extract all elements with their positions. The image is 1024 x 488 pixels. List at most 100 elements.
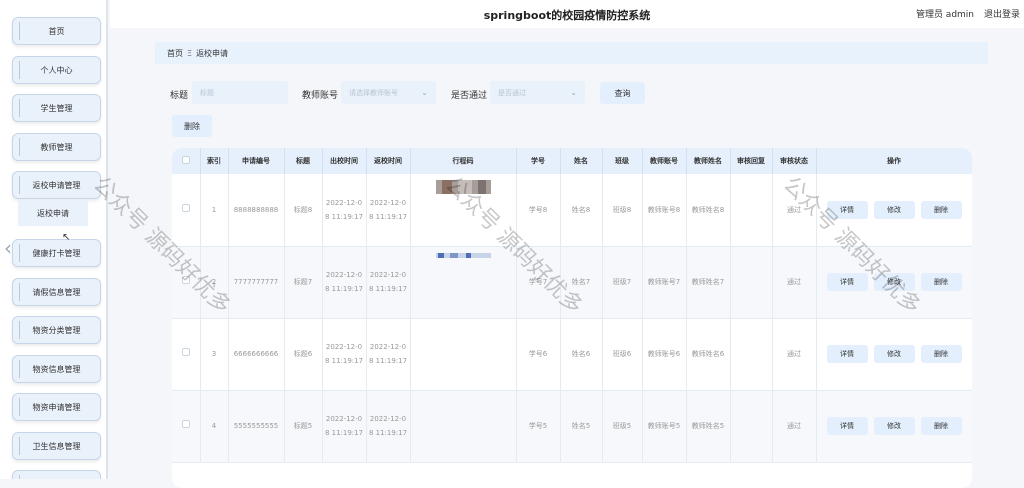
cell-index: 4	[200, 390, 229, 463]
breadcrumb-separator-icon: Ξ	[187, 48, 193, 58]
passed-filter-select[interactable]: 是否通过 ⌄	[490, 81, 585, 104]
table-row: 2 7777777777 标题7 2022-12-08 11:19:17 202…	[172, 246, 972, 319]
sidebar-item-teachers[interactable]: 教师管理	[12, 133, 101, 161]
row-checkbox[interactable]	[172, 318, 201, 391]
cell-teacher-no: 教师账号6	[642, 318, 687, 391]
sidebar-item-supply-info[interactable]: 物资信息管理	[12, 355, 101, 383]
logout-link[interactable]: 退出登录	[984, 7, 1020, 20]
cell-teacher-name: 教师姓名5	[686, 390, 731, 463]
cell-status: 通过	[772, 174, 817, 247]
sidebar-item-supply-category[interactable]: 物资分类管理	[12, 316, 101, 344]
cell-student-no: 学号8	[516, 174, 561, 247]
sidebar-item-students[interactable]: 学生管理	[12, 94, 101, 122]
cell-actions: 详情 修改 删除	[816, 390, 972, 463]
search-button[interactable]: 查询	[600, 82, 645, 104]
top-header: springboot的校园疫情防控系统 管理员 admin 退出登录	[110, 0, 1024, 28]
batch-delete-button[interactable]: 删除	[172, 115, 212, 137]
teacher-filter-select[interactable]: 请选择教师账号 ⌄	[341, 81, 436, 104]
cell-actions: 详情 修改 删除	[816, 174, 972, 247]
table-row: 4 5555555555 标题5 2022-12-08 11:19:17 202…	[172, 390, 972, 463]
cell-actions: 详情 修改 删除	[816, 246, 972, 319]
edit-button[interactable]: 修改	[873, 273, 915, 291]
sidebar-subitem-return-application[interactable]: 返校申请	[18, 200, 88, 226]
cell-name: 姓名6	[560, 318, 603, 391]
delete-button[interactable]: 删除	[920, 200, 962, 219]
collapse-chevron-icon[interactable]: ‹	[4, 236, 12, 260]
sidebar-item-health-checkin[interactable]: 健康打卡管理	[12, 239, 101, 267]
title-filter-placeholder: 标题	[200, 88, 214, 97]
cell-app-no: 7777777777	[228, 246, 285, 319]
cell-reply	[730, 390, 773, 463]
cell-teacher-name: 教师姓名8	[686, 174, 731, 247]
cell-back-time: 2022-12-08 11:19:17	[366, 174, 411, 247]
cell-name: 姓名7	[560, 246, 603, 319]
admin-label: 管理员 admin	[915, 10, 974, 20]
cell-back-time: 2022-12-08 11:19:17	[366, 246, 411, 319]
passed-filter-label: 是否通过	[451, 91, 488, 101]
edit-button[interactable]: 修改	[873, 345, 915, 363]
detail-button[interactable]: 详情	[826, 417, 868, 435]
cell-name: 姓名8	[560, 174, 603, 247]
cell-teacher-no: 教师账号7	[642, 246, 687, 319]
cell-name: 姓名5	[560, 390, 603, 463]
sidebar-item-return-applications[interactable]: 返校申请管理	[12, 171, 101, 199]
detail-button[interactable]: 详情	[826, 345, 868, 363]
row-checkbox[interactable]	[172, 174, 201, 247]
cell-out-time: 2022-12-08 11:19:17	[322, 246, 367, 319]
cell-title: 标题7	[284, 246, 323, 319]
cell-trip-code	[410, 246, 517, 319]
system-title: springboot的校园疫情防控系统	[483, 9, 651, 22]
breadcrumb: 首页 Ξ 返校申请	[155, 42, 988, 64]
trip-code-image	[435, 252, 491, 258]
cell-index: 2	[200, 246, 229, 319]
cell-class: 班级6	[602, 318, 643, 391]
col-header-app-no: 申请编号	[228, 148, 285, 174]
cell-teacher-no: 教师账号5	[642, 390, 687, 463]
cell-class: 班级7	[602, 246, 643, 319]
trip-code-image	[435, 180, 491, 194]
cell-reply	[730, 318, 773, 391]
cell-title: 标题6	[284, 318, 323, 391]
cell-title: 标题8	[284, 174, 323, 247]
col-header-reply: 审核回复	[730, 148, 773, 174]
row-checkbox[interactable]	[172, 390, 201, 463]
detail-button[interactable]: 详情	[826, 273, 868, 291]
table-header-row: 索引 申请编号 标题 出校时间 返校时间 行程码 学号 姓名 班级 教师账号 教…	[172, 148, 972, 174]
cell-student-no: 学号6	[516, 318, 561, 391]
cell-student-no: 学号7	[516, 246, 561, 319]
cell-out-time: 2022-12-08 11:19:17	[322, 174, 367, 247]
cell-actions: 详情 修改 删除	[816, 318, 972, 391]
cell-status: 通过	[772, 390, 817, 463]
delete-button[interactable]: 删除	[920, 273, 962, 291]
chevron-down-icon: ⌄	[421, 88, 428, 97]
sidebar-item-more[interactable]	[12, 470, 101, 479]
breadcrumb-home[interactable]: 首页	[167, 48, 183, 59]
sidebar-item-home[interactable]: 首页	[12, 17, 101, 45]
row-checkbox[interactable]	[172, 246, 201, 319]
sidebar: 首页 个人中心 学生管理 教师管理 返校申请管理 返校申请 健康打卡管理 请假信…	[0, 0, 108, 479]
select-all-checkbox[interactable]	[172, 148, 201, 174]
sidebar-item-leave-info[interactable]: 请假信息管理	[12, 278, 101, 306]
title-filter-input[interactable]: 标题	[192, 81, 288, 104]
return-application-table: 索引 申请编号 标题 出校时间 返校时间 行程码 学号 姓名 班级 教师账号 教…	[172, 148, 972, 488]
sidebar-item-hygiene-info[interactable]: 卫生信息管理	[12, 432, 101, 460]
delete-button[interactable]: 删除	[920, 417, 962, 435]
cell-class: 班级5	[602, 390, 643, 463]
col-header-out-time: 出校时间	[322, 148, 367, 174]
sidebar-item-supply-request[interactable]: 物资申请管理	[12, 393, 101, 421]
edit-button[interactable]: 修改	[873, 200, 915, 219]
cell-back-time: 2022-12-08 11:19:17	[366, 390, 411, 463]
cell-reply	[730, 174, 773, 247]
delete-button[interactable]: 删除	[920, 345, 962, 363]
cell-class: 班级8	[602, 174, 643, 247]
col-header-teacher-name: 教师姓名	[686, 148, 731, 174]
col-header-title: 标题	[284, 148, 323, 174]
edit-button[interactable]: 修改	[873, 417, 915, 435]
detail-button[interactable]: 详情	[826, 200, 868, 219]
cell-trip-code	[410, 318, 517, 391]
cell-back-time: 2022-12-08 11:19:17	[366, 318, 411, 391]
sidebar-item-profile[interactable]: 个人中心	[12, 56, 101, 84]
cell-teacher-no: 教师账号8	[642, 174, 687, 247]
teacher-filter-label: 教师账号	[302, 91, 339, 101]
teacher-filter-placeholder: 请选择教师账号	[349, 88, 398, 97]
